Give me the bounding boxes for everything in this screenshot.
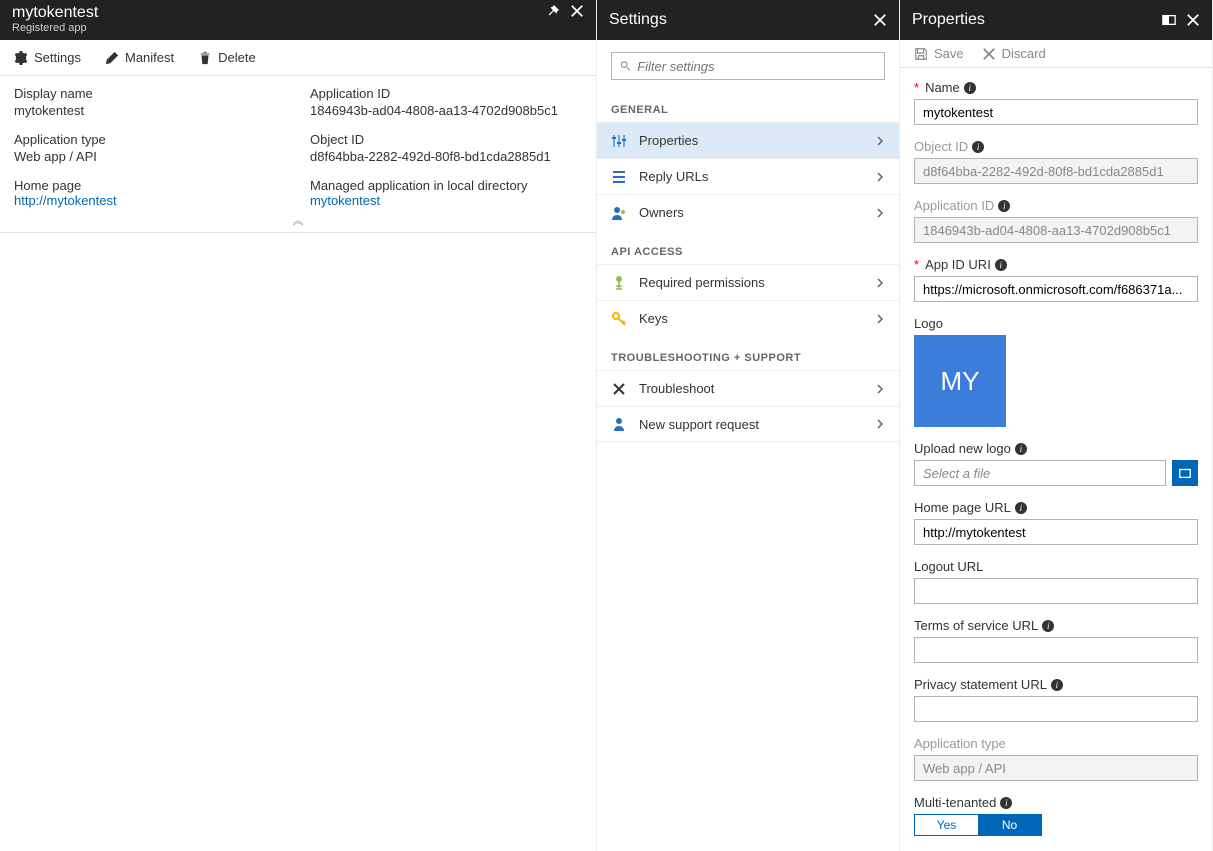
browse-button[interactable] (1172, 460, 1198, 486)
detail-managed-app: Managed application in local directory m… (310, 178, 582, 208)
blade1-toolbar: Settings Manifest Delete (0, 40, 596, 76)
key-icon (611, 311, 627, 327)
name-label: Name (925, 80, 960, 95)
app-id-uri-label: App ID URI (925, 257, 991, 272)
chevron-right-icon (875, 314, 885, 324)
toggle-yes[interactable]: Yes (915, 815, 978, 835)
info-icon[interactable]: i (1051, 679, 1063, 691)
nav-reply-urls[interactable]: Reply URLs (597, 158, 899, 194)
command-bar: Save Discard (900, 40, 1212, 68)
details-grid: Display name mytokentest Application ID … (0, 76, 596, 208)
blade2-title: Settings (609, 11, 667, 29)
pencil-icon (105, 51, 119, 65)
maximize-icon[interactable] (1162, 13, 1176, 27)
blade1-title: mytokentest (12, 4, 98, 22)
app-type-label: Application type (914, 736, 1006, 751)
blade3-title: Properties (912, 11, 985, 29)
info-icon[interactable]: i (995, 259, 1007, 271)
gear-icon (14, 51, 28, 65)
close-icon[interactable] (570, 4, 584, 18)
nav-required-permissions[interactable]: Required permissions (597, 264, 899, 300)
detail-home-page: Home page http://mytokentest (14, 178, 286, 208)
sliders-icon (611, 133, 627, 149)
filter-settings-input[interactable] (637, 59, 876, 74)
close-icon[interactable] (1186, 13, 1200, 27)
save-button[interactable]: Save (914, 46, 964, 61)
detail-app-id: Application ID 1846943b-ad04-4808-aa13-4… (310, 86, 582, 118)
upload-logo-label: Upload new logo (914, 441, 1011, 456)
section-api: API ACCESS (597, 230, 899, 264)
object-id-label: Object ID (914, 139, 968, 154)
chevron-right-icon (875, 172, 885, 182)
close-icon[interactable] (873, 13, 887, 27)
multi-tenanted-toggle[interactable]: Yes No (914, 814, 1042, 836)
properties-form: *Name i Object ID i Application ID i *Ap… (900, 68, 1212, 849)
detail-display-name: Display name mytokentest (14, 86, 286, 118)
section-trouble: TROUBLESHOOTING + SUPPORT (597, 336, 899, 370)
pin-icon[interactable] (546, 4, 560, 18)
manifest-button[interactable]: Manifest (105, 50, 174, 65)
detail-object-id: Object ID d8f64bba-2282-492d-80f8-bd1cda… (310, 132, 582, 164)
section-general: GENERAL (597, 88, 899, 122)
app-type-input (914, 755, 1198, 781)
blade3-header: Properties (900, 0, 1212, 40)
discard-button[interactable]: Discard (982, 46, 1046, 61)
info-icon[interactable]: i (1000, 797, 1012, 809)
folder-icon (1178, 466, 1192, 480)
tos-url-input[interactable] (914, 637, 1198, 663)
blade1-subtitle: Registered app (12, 22, 87, 34)
object-id-input (914, 158, 1198, 184)
blade2-header: Settings (597, 0, 899, 40)
chevron-right-icon (875, 136, 885, 146)
privacy-url-label: Privacy statement URL (914, 677, 1047, 692)
chevron-right-icon (875, 278, 885, 288)
tos-url-label: Terms of service URL (914, 618, 1038, 633)
nav-keys[interactable]: Keys (597, 300, 899, 336)
detail-app-type: Application type Web app / API (14, 132, 286, 164)
collapse-details-button[interactable]: ︽ (0, 208, 596, 233)
tools-icon (611, 381, 627, 397)
owners-icon (611, 205, 627, 221)
info-icon[interactable]: i (972, 141, 984, 153)
info-icon[interactable]: i (964, 82, 976, 94)
app-id-label: Application ID (914, 198, 994, 213)
nav-properties[interactable]: Properties (597, 122, 899, 158)
info-icon[interactable]: i (998, 200, 1010, 212)
support-icon (611, 416, 627, 432)
info-icon[interactable]: i (1015, 502, 1027, 514)
info-icon[interactable]: i (1042, 620, 1054, 632)
privacy-url-input[interactable] (914, 696, 1198, 722)
upload-logo-input[interactable] (914, 460, 1166, 486)
home-page-url-input[interactable] (914, 519, 1198, 545)
app-id-uri-input[interactable] (914, 276, 1198, 302)
delete-button[interactable]: Delete (198, 50, 256, 65)
home-page-link[interactable]: http://mytokentest (14, 193, 117, 208)
settings-button[interactable]: Settings (14, 50, 81, 65)
name-input[interactable] (914, 99, 1198, 125)
chevron-right-icon (875, 419, 885, 429)
search-icon (620, 60, 631, 72)
discard-icon (982, 47, 996, 61)
list-icon (611, 169, 627, 185)
logout-url-input[interactable] (914, 578, 1198, 604)
chevron-right-icon (875, 208, 885, 218)
nav-troubleshoot[interactable]: Troubleshoot (597, 370, 899, 406)
multi-tenanted-label: Multi-tenanted (914, 795, 996, 810)
toggle-no[interactable]: No (978, 815, 1041, 835)
managed-app-link[interactable]: mytokentest (310, 193, 380, 208)
nav-new-support[interactable]: New support request (597, 406, 899, 442)
logout-url-label: Logout URL (914, 559, 983, 574)
save-icon (914, 47, 928, 61)
trash-icon (198, 51, 212, 65)
nav-owners[interactable]: Owners (597, 194, 899, 230)
info-icon[interactable]: i (1015, 443, 1027, 455)
permissions-icon (611, 275, 627, 291)
logo-label: Logo (914, 316, 943, 331)
chevron-right-icon (875, 384, 885, 394)
home-page-url-label: Home page URL (914, 500, 1011, 515)
logo-tile: MY (914, 335, 1006, 427)
app-id-input (914, 217, 1198, 243)
filter-settings-input-wrap[interactable] (611, 52, 885, 80)
blade1-header: mytokentest Registered app (0, 0, 596, 40)
